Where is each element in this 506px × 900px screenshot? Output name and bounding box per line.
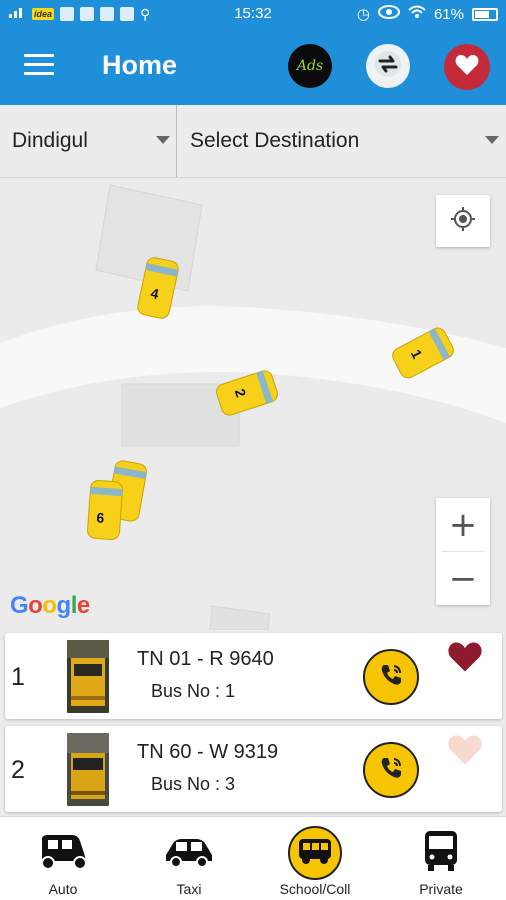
favorite-heart-icon[interactable]	[447, 641, 483, 673]
nav-label-private: Private	[419, 881, 463, 897]
list-item[interactable]: 2 TN 60 - W 9319 Bus No : 3	[5, 726, 502, 812]
chevron-down-icon	[156, 136, 170, 144]
nav-label-taxi: Taxi	[176, 881, 202, 897]
phone-icon	[377, 754, 405, 787]
phone-icon	[377, 661, 405, 694]
map-view[interactable]: 4 1 2 6 + − Google	[0, 178, 506, 630]
map-bus-marker[interactable]: 6	[86, 479, 124, 541]
swap-arrows-icon	[373, 49, 403, 84]
bus-number-label: 6	[95, 509, 105, 526]
bus-registration: TN 01 - R 9640	[137, 648, 274, 670]
destination-dropdown[interactable]: Select Destination	[178, 105, 506, 177]
chevron-down-icon	[485, 136, 499, 144]
ads-label: Ads	[296, 58, 324, 74]
crosshair-icon	[450, 206, 476, 237]
call-button[interactable]	[363, 649, 419, 705]
route-selector-row: Dindigul Select Destination	[0, 105, 506, 178]
favorite-heart-icon[interactable]	[447, 734, 483, 766]
origin-dropdown[interactable]: Dindigul	[0, 105, 177, 177]
zoom-out-button[interactable]: −	[436, 552, 490, 605]
favorites-button[interactable]	[444, 44, 490, 90]
hamburger-menu-icon[interactable]	[24, 54, 54, 78]
auto-rickshaw-icon	[36, 831, 90, 876]
bus-index: 1	[11, 663, 25, 691]
nav-label-school-coll: School/Coll	[279, 881, 351, 897]
bus-registration: TN 60 - W 9319	[137, 741, 279, 763]
nav-label-auto: Auto	[48, 881, 78, 897]
heart-icon	[455, 54, 479, 81]
zoom-controls: + −	[436, 498, 490, 605]
swap-button[interactable]	[366, 44, 410, 88]
bus-number: Bus No : 1	[151, 681, 236, 701]
app-bar: Home Ads	[0, 28, 506, 105]
status-bar: idea ⚲ 15:32 ◷ 61%	[0, 0, 506, 28]
bottom-navigation: Auto Taxi School/Coll Private	[0, 816, 506, 900]
nav-item-taxi[interactable]: Taxi	[126, 817, 252, 900]
private-bus-icon	[421, 829, 461, 878]
list-item[interactable]: 1 TN 01 - R 9640 Bus No : 1	[5, 633, 502, 719]
page-title: Home	[102, 50, 178, 80]
status-time: 15:32	[234, 5, 272, 22]
ads-button[interactable]: Ads	[288, 44, 332, 88]
google-logo: Google	[10, 592, 90, 619]
bus-photo	[67, 733, 109, 806]
bus-number: Bus No : 3	[151, 774, 236, 794]
app-screen: idea ⚲ 15:32 ◷ 61% Home Ads Dindigul Sel…	[0, 0, 506, 900]
bus-photo	[67, 640, 109, 713]
school-bus-icon	[297, 837, 333, 870]
zoom-in-button[interactable]: +	[436, 498, 490, 551]
nav-item-school-coll[interactable]: School/Coll	[252, 817, 378, 900]
bus-list: 1 TN 01 - R 9640 Bus No : 1 2 TN 60 - W …	[0, 630, 506, 816]
taxi-icon	[162, 833, 216, 874]
my-location-button[interactable]	[436, 195, 490, 247]
call-button[interactable]	[363, 742, 419, 798]
bus-index: 2	[11, 756, 25, 784]
nav-item-auto[interactable]: Auto	[0, 817, 126, 900]
battery-icon	[472, 7, 498, 21]
destination-value: Select Destination	[190, 129, 360, 152]
nav-item-private[interactable]: Private	[378, 817, 504, 900]
origin-value: Dindigul	[12, 129, 88, 152]
